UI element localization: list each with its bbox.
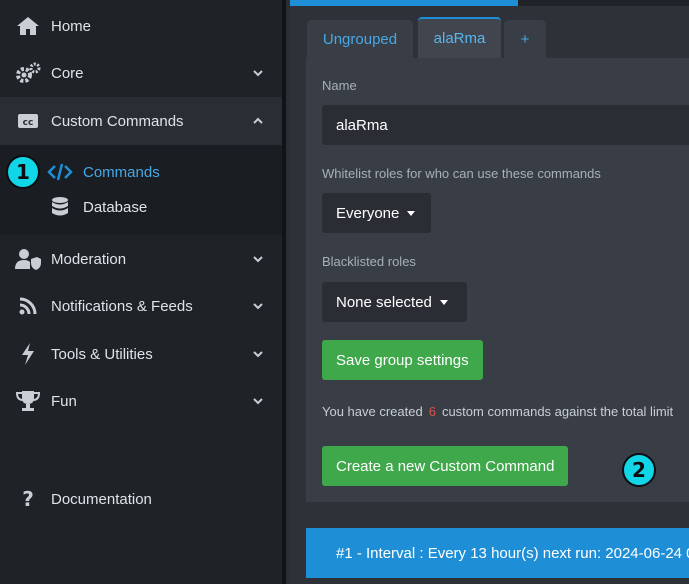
sidebar-item-label: Commands — [83, 163, 160, 181]
command-row-text: #1 - Interval : Every 13 hour(s) next ru… — [336, 544, 689, 562]
sidebar-item-moderation[interactable]: Moderation — [0, 247, 286, 271]
caret-down-icon — [407, 210, 416, 216]
whitelist-label: Whitelist roles for who can use these co… — [322, 166, 601, 181]
chevron-up-icon — [253, 117, 263, 124]
sidebar-item-label: Custom Commands — [51, 112, 184, 130]
command-limit-info: You have created 6 custom commands against… — [322, 404, 673, 419]
sidebar-item-label: Tools & Utilities — [51, 345, 153, 363]
svg-text:cc: cc — [23, 118, 34, 128]
database-icon — [47, 196, 73, 218]
main-content: Ungrouped alaRma + Name alaRma Whitelist… — [290, 0, 689, 584]
sidebar-item-fun[interactable]: Fun — [0, 389, 286, 413]
command-count: 6 — [428, 404, 436, 419]
tab-alarma[interactable]: alaRma — [418, 17, 501, 58]
chevron-down-icon — [253, 303, 263, 310]
sidebar-item-label: Core — [51, 64, 84, 82]
caret-down-icon — [439, 299, 448, 305]
save-group-settings-button[interactable]: Save group settings — [322, 340, 483, 380]
group-name-input[interactable]: alaRma — [322, 105, 689, 145]
create-custom-command-button[interactable]: Create a new Custom Command — [322, 446, 569, 486]
sidebar-item-label: Home — [51, 17, 92, 35]
annotation-badge-2: 2 — [622, 453, 656, 487]
code-icon — [47, 161, 73, 183]
group-settings-panel: Name alaRma Whitelist roles for who can … — [306, 58, 689, 502]
bolt-icon — [15, 343, 41, 365]
sidebar-item-documentation[interactable]: ? Documentation — [0, 487, 286, 511]
command-row-header[interactable]: #1 - Interval : Every 13 hour(s) next ru… — [306, 528, 689, 578]
chevron-down-icon — [253, 398, 263, 405]
blacklist-label: Blacklisted roles — [322, 254, 416, 269]
custom-commands-submenu-bg — [0, 145, 286, 235]
blacklist-selected-value: None selected — [336, 293, 432, 311]
sidebar-item-label: Fun — [51, 392, 77, 410]
sidebar-item-home[interactable]: Home — [0, 14, 286, 38]
sidebar-item-label: Moderation — [51, 250, 127, 268]
trophy-icon — [15, 390, 41, 412]
sidebar-subitem-commands[interactable]: Commands — [0, 160, 286, 184]
annotation-badge-1: 1 — [6, 155, 40, 189]
name-label: Name — [322, 78, 357, 93]
sidebar-item-core[interactable]: Core — [0, 61, 286, 85]
info-prefix: You have created — [322, 404, 423, 419]
question-icon: ? — [22, 487, 34, 511]
gears-icon — [15, 62, 41, 84]
tab-ungrouped[interactable]: Ungrouped — [307, 20, 413, 58]
sidebar-item-tools-utilities[interactable]: Tools & Utilities — [0, 342, 286, 366]
cc-icon: cc — [15, 110, 41, 132]
sidebar: Home Core cc Custom Commands Commands Da… — [0, 0, 286, 584]
top-progress-bar — [290, 0, 689, 6]
sidebar-item-label: Notifications & Feeds — [51, 297, 193, 315]
home-icon — [15, 15, 41, 37]
sidebar-item-label: Database — [83, 198, 148, 216]
tab-add-group[interactable]: + — [504, 20, 546, 58]
sidebar-item-label: Documentation — [51, 490, 152, 508]
rss-icon — [15, 295, 41, 317]
sidebar-item-notifications-feeds[interactable]: Notifications & Feeds — [0, 294, 286, 318]
sidebar-subitem-database[interactable]: Database — [0, 195, 286, 219]
progress-fill — [290, 0, 518, 6]
whitelist-selected-value: Everyone — [336, 204, 400, 222]
blacklisted-roles-select[interactable]: None selected — [322, 282, 467, 322]
chevron-down-icon — [253, 70, 263, 77]
chevron-down-icon — [253, 351, 263, 358]
whitelist-roles-select[interactable]: Everyone — [322, 193, 431, 233]
sidebar-divider — [282, 0, 286, 584]
sidebar-item-custom-commands[interactable]: cc Custom Commands — [0, 109, 286, 133]
user-shield-icon — [15, 248, 41, 270]
info-suffix: custom commands against the total limit — [441, 404, 674, 419]
chevron-down-icon — [253, 256, 263, 263]
